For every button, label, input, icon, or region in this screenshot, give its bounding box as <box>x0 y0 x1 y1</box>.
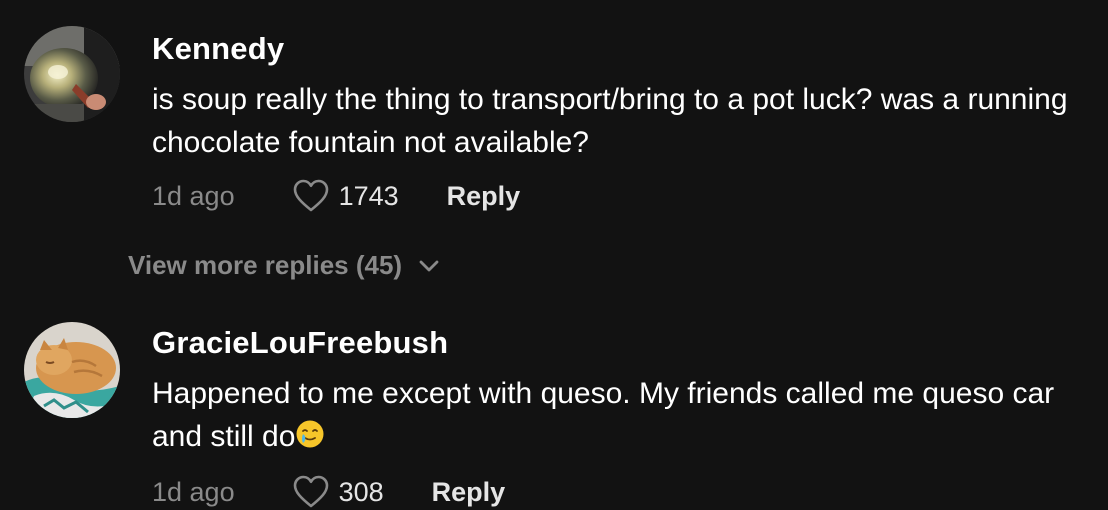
like-count: 308 <box>338 476 384 507</box>
comment-username[interactable]: GracieLouFreebush <box>152 325 448 361</box>
reply-button[interactable]: Reply <box>432 477 506 508</box>
heart-icon <box>293 475 328 508</box>
comment-meta: 1d ago 1743 Reply <box>152 176 520 216</box>
comment-timestamp: 1d ago <box>152 180 235 211</box>
comment-username[interactable]: Kennedy <box>152 31 284 67</box>
like-count: 1743 <box>338 180 399 211</box>
comment-timestamp: 1d ago <box>152 476 235 507</box>
chevron-down-icon <box>419 260 439 271</box>
smiling-face-with-tear-icon <box>296 420 324 448</box>
comments-panel: Kennedy is soup really the thing to tran… <box>0 0 1108 510</box>
reply-button[interactable]: Reply <box>447 181 521 212</box>
view-more-replies-label: View more replies (45) <box>128 250 403 280</box>
view-more-replies-button[interactable]: View more replies (45) <box>128 250 440 281</box>
avatar-image <box>24 26 120 122</box>
avatar[interactable] <box>24 26 120 122</box>
avatar[interactable] <box>24 322 120 418</box>
comment-text: is soup really the thing to transport/br… <box>152 83 1068 159</box>
comment-text: Happened to me except with queso. My fri… <box>152 372 1082 458</box>
like-button[interactable]: 308 <box>293 475 384 509</box>
avatar-image <box>24 322 120 418</box>
like-button[interactable]: 1743 <box>293 179 399 213</box>
comment-meta: 1d ago 308 Reply <box>152 472 505 510</box>
comment-text-content: Happened to me except with queso. My fri… <box>152 377 1055 453</box>
heart-icon <box>293 179 328 212</box>
